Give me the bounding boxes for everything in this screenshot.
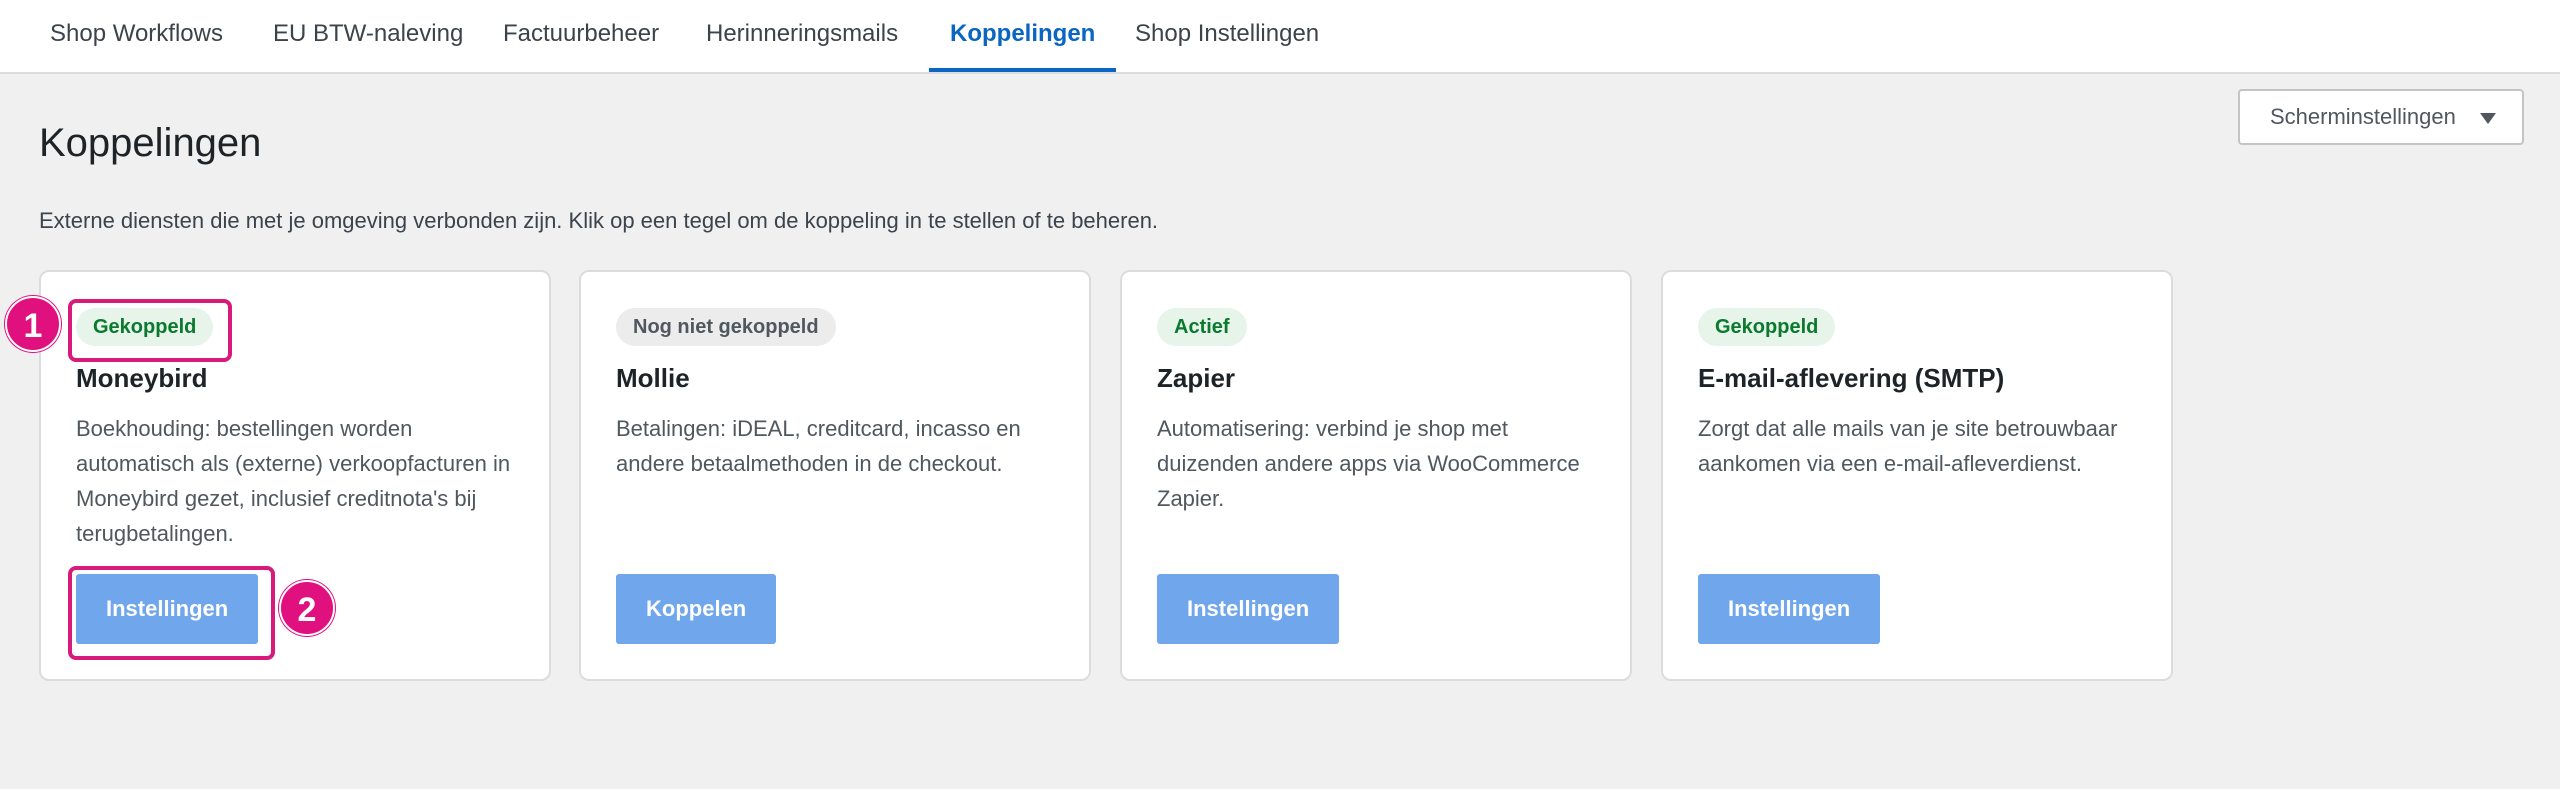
koppelen-button[interactable]: Koppelen [616,574,777,644]
status-badge: Nog niet gekoppeld [616,308,836,346]
instellingen-button[interactable]: Instellingen [76,574,259,644]
page-title: Koppelingen [39,121,262,165]
page-description: Externe diensten die met je omgeving ver… [39,208,1159,233]
tab-eu-btw-naleving[interactable]: EU BTW-naleving [273,0,463,72]
status-badge: Gekoppeld [1698,308,1836,346]
card-description: Zorgt dat alle mails van je site betrouw… [1698,416,2118,476]
card-description: Boekhouding: bestellingen worden automat… [76,416,511,546]
card-description: Betalingen: iDEAL, creditcard, incasso e… [616,416,1021,476]
status-badge: Gekoppeld [76,308,214,346]
annotation-marker-2: 2 [279,580,335,636]
card-title: Mollie [616,363,690,393]
tab-herinneringsmails[interactable]: Herinneringsmails [706,0,898,72]
tab-factuurbeheer[interactable]: Factuurbeheer [503,0,659,72]
tab-shop-instellingen[interactable]: Shop Instellingen [1135,0,1319,72]
instellingen-button[interactable]: Instellingen [1698,574,1881,644]
card-title: Zapier [1157,363,1236,393]
caret-down-icon [2480,113,2496,124]
tab-shop-workflows[interactable]: Shop Workflows [50,0,223,72]
screen-options-label: Scherminstellingen [2270,104,2456,129]
integration-card-smtp[interactable]: Gekoppeld E-mail-aflevering (SMTP) Zorgt… [1661,270,2173,681]
instellingen-button[interactable]: Instellingen [1157,574,1340,644]
card-title: Moneybird [76,363,208,393]
annotation-marker-1: 1 [5,296,61,352]
card-description: Automatisering: verbind je shop met duiz… [1157,416,1580,511]
nav-tab-bar: Shop Workflows EU BTW-naleving Factuurbe… [0,0,2560,74]
tab-koppelingen[interactable]: Koppelingen [929,0,1117,72]
integration-card-zapier[interactable]: Actief Zapier Automatisering: verbind je… [1120,270,1632,681]
integration-card-mollie[interactable]: Nog niet gekoppeld Mollie Betalingen: iD… [579,270,1091,681]
card-title: E-mail-aflevering (SMTP) [1698,363,2005,393]
status-badge: Actief [1157,308,1247,346]
screen-options-button[interactable]: Scherminstellingen [2238,89,2524,145]
